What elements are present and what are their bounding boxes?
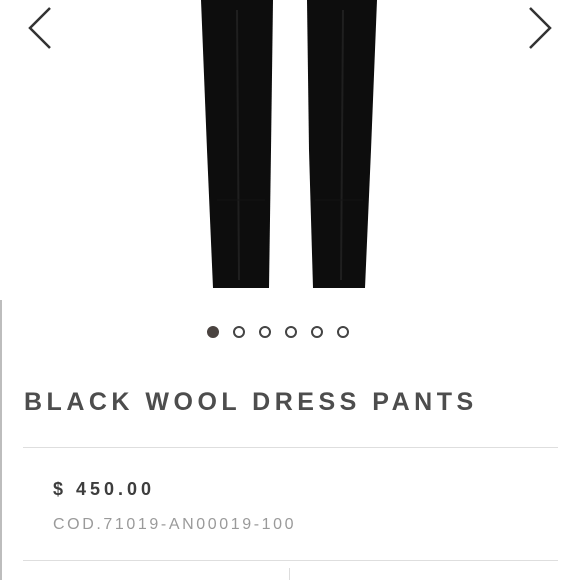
product-price: $ 450.00	[53, 479, 156, 499]
product-code: COD.71019-AN00019-100	[53, 516, 297, 533]
chevron-left-icon[interactable]	[26, 6, 54, 50]
pagination-dot[interactable]	[285, 326, 297, 338]
product-gallery[interactable]	[0, 0, 580, 300]
product-title: BLACK WOOL DRESS PANTS	[24, 388, 478, 416]
pagination-dot[interactable]	[259, 326, 271, 338]
pagination-dot[interactable]	[207, 326, 219, 338]
divider	[23, 560, 558, 561]
pagination-dot[interactable]	[233, 326, 245, 338]
divider	[23, 447, 558, 448]
gallery-pagination	[207, 326, 349, 338]
section-separator	[289, 568, 290, 580]
chevron-right-icon[interactable]	[526, 6, 554, 50]
pagination-dot[interactable]	[337, 326, 349, 338]
product-image	[201, 0, 377, 288]
pagination-dot[interactable]	[311, 326, 323, 338]
